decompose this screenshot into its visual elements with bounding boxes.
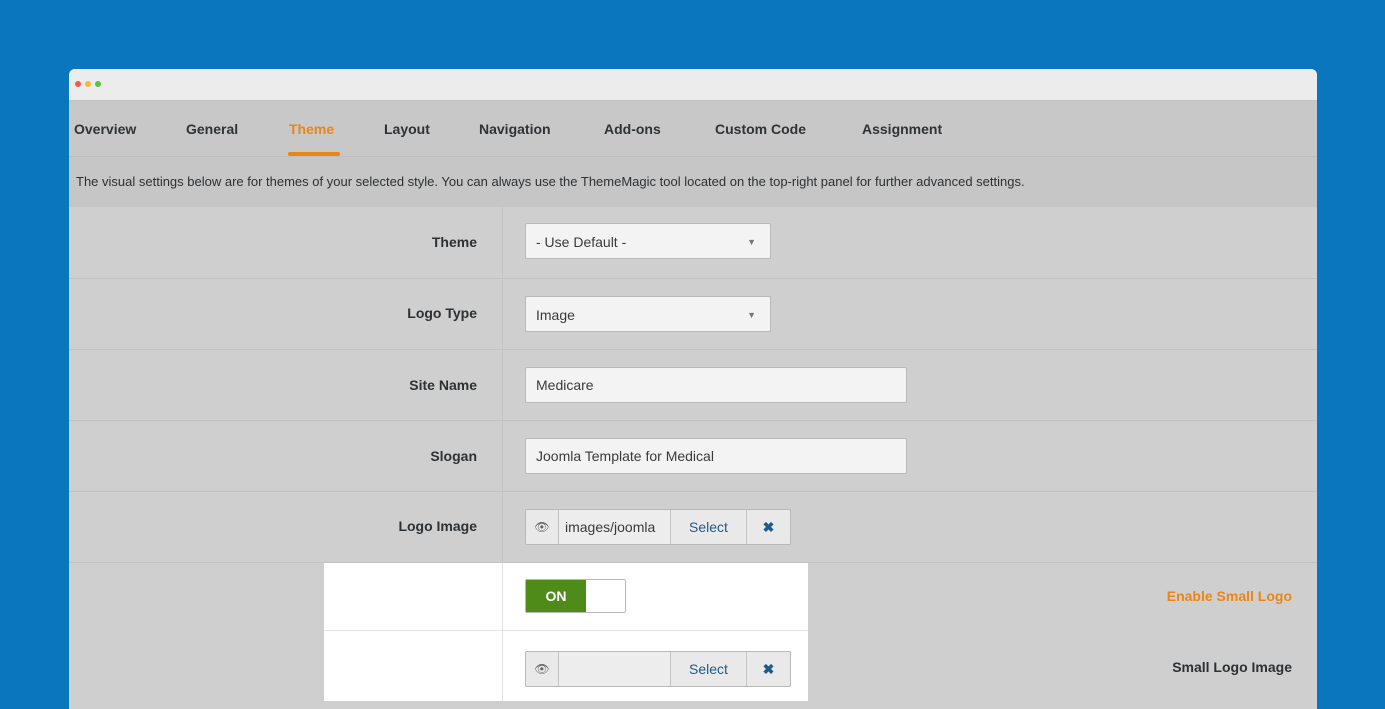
toggle-on-label: ON: [526, 580, 586, 612]
tab-navigation[interactable]: Navigation: [479, 121, 551, 137]
form-row-logo-type: Logo Type Image ▼: [69, 279, 1317, 350]
enable-small-logo-label: Enable Small Logo: [1166, 588, 1292, 604]
logo-type-select-value: Image: [536, 307, 575, 323]
slogan-input[interactable]: Joomla Template for Medical: [525, 438, 907, 474]
logo-type-select[interactable]: Image ▼: [525, 296, 771, 332]
tab-add-ons[interactable]: Add-ons: [604, 121, 661, 137]
window-titlebar: [69, 69, 1317, 101]
form-row-theme: Theme - Use Default - ▼: [69, 207, 1317, 279]
theme-select[interactable]: - Use Default - ▼: [525, 223, 771, 259]
logo-image-select-button[interactable]: Select: [671, 510, 747, 544]
info-message: The visual settings below are for themes…: [69, 157, 1317, 207]
small-logo-image-picker: 👁 Select ✖: [525, 651, 791, 687]
minimize-window-dot[interactable]: [85, 81, 91, 87]
small-logo-image-select-button[interactable]: Select: [671, 652, 747, 686]
tab-theme[interactable]: Theme: [289, 121, 334, 137]
logo-image-clear-button[interactable]: ✖: [747, 510, 790, 544]
small-logo-image-label: Small Logo Image: [1172, 659, 1292, 675]
form-row-enable-small-logo: Enable Small Logo ON: [69, 563, 1317, 630]
logo-type-label: Logo Type: [407, 305, 477, 321]
small-logo-image-clear-button[interactable]: ✖: [747, 652, 790, 686]
browser-window: Overview General Theme Layout Navigation…: [69, 69, 1317, 709]
tab-layout[interactable]: Layout: [384, 121, 430, 137]
theme-select-value: - Use Default -: [536, 234, 627, 250]
logo-image-label: Logo Image: [398, 518, 477, 534]
chevron-down-icon: ▼: [747, 237, 756, 247]
preview-eye-icon[interactable]: 👁: [526, 510, 559, 544]
logo-image-path[interactable]: images/joomla: [559, 510, 671, 544]
preview-eye-icon[interactable]: 👁: [526, 652, 559, 686]
chevron-down-icon: ▼: [747, 310, 756, 320]
enable-small-logo-toggle[interactable]: ON: [525, 579, 626, 613]
tab-general[interactable]: General: [186, 121, 238, 137]
slogan-label: Slogan: [430, 448, 477, 464]
maximize-window-dot[interactable]: [95, 81, 101, 87]
close-window-dot[interactable]: [75, 81, 81, 87]
form-row-small-logo-image: Small Logo Image 👁 Select ✖: [69, 630, 1317, 701]
tab-custom-code[interactable]: Custom Code: [715, 121, 806, 137]
settings-tabs: Overview General Theme Layout Navigation…: [69, 101, 1317, 157]
site-name-label: Site Name: [409, 377, 477, 393]
tab-overview[interactable]: Overview: [74, 121, 136, 137]
logo-image-picker: 👁 images/joomla Select ✖: [525, 509, 791, 545]
small-logo-image-path[interactable]: [559, 652, 671, 686]
theme-label: Theme: [431, 234, 477, 250]
active-tab-indicator: [288, 152, 340, 156]
form-row-logo-image: Logo Image 👁 images/joomla Select ✖: [69, 492, 1317, 563]
form-row-slogan: Slogan Joomla Template for Medical: [69, 421, 1317, 492]
tab-assignment[interactable]: Assignment: [862, 121, 942, 137]
site-name-input[interactable]: Medicare: [525, 367, 907, 403]
form-row-site-name: Site Name Medicare: [69, 350, 1317, 421]
